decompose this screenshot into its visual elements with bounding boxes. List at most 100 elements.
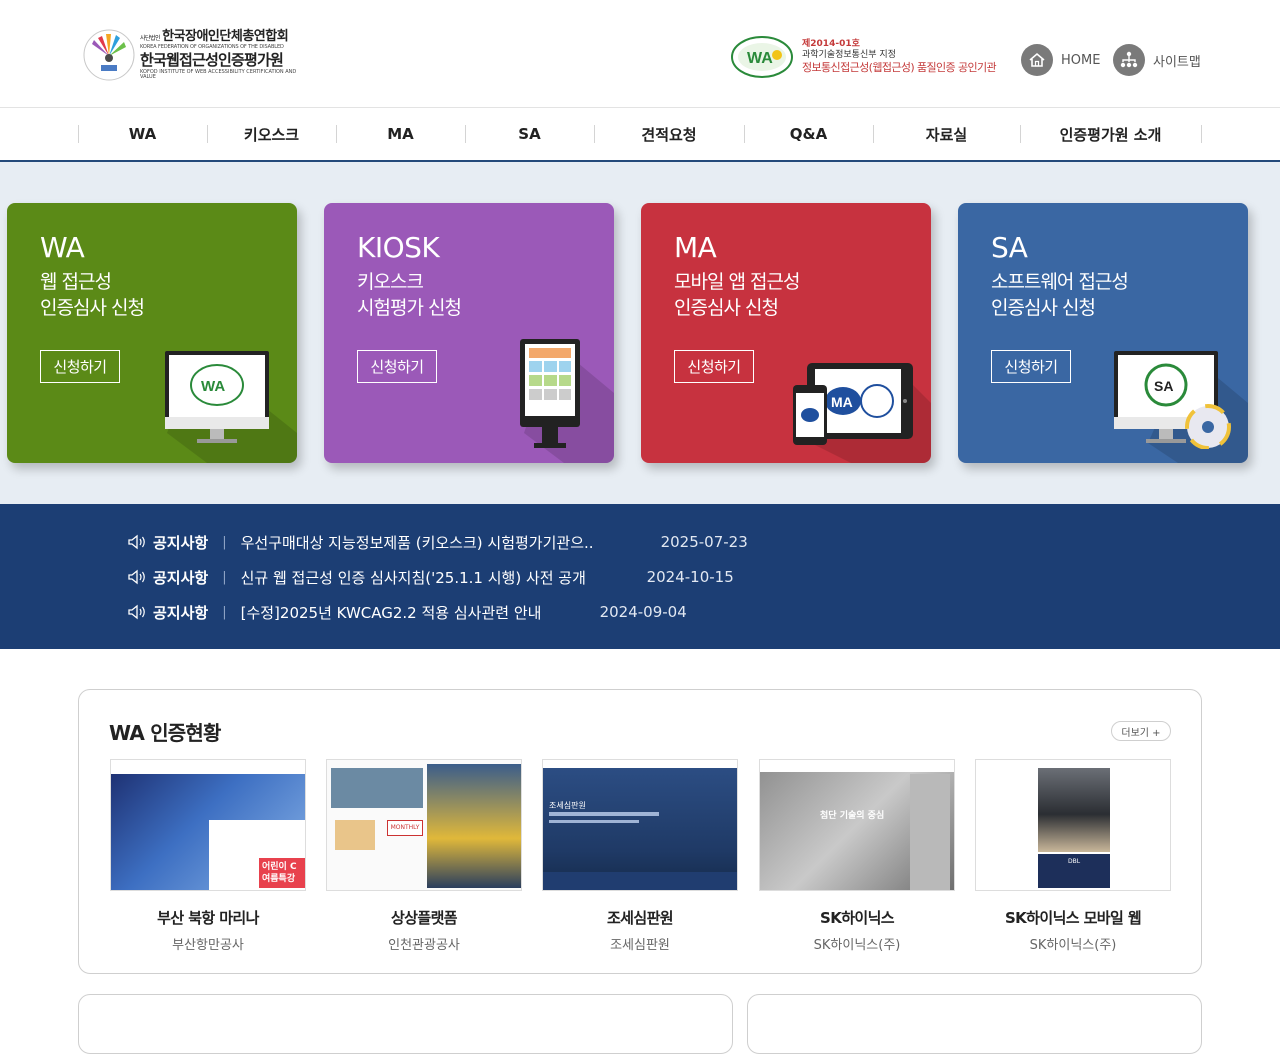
notice-section: 공지사항 | 우선구매대상 지능정보제품 (키오스크) 시험평가기관으.. 20… [0, 504, 1280, 649]
site-organization: SK하이닉스(주) [813, 938, 901, 953]
kiosk-apply-button[interactable]: 신청하기 [357, 350, 437, 383]
cert-description: 정보통신접근성(웹접근성) 품질인증 공인기관 [802, 61, 997, 75]
home-link[interactable]: HOME [1021, 44, 1100, 76]
site-organization: 인천관광공사 [388, 938, 460, 953]
wa-cert-mark-icon: WA [730, 35, 794, 79]
wa-cert-status-panel: WA 인증현황 더보기 + 어린이 C 여름특강 부산 북항 마리나 부산항만공… [78, 689, 1202, 974]
panel-title: WA 인증현황 [109, 721, 221, 745]
cert-designation: 과학기술정보통신부 지정 [802, 50, 896, 61]
nav-item-qna[interactable]: Q&A [744, 108, 873, 160]
service-cards-section: WA 웹 접근성 인증심사 신청 신청하기 WA KIOSK 키오스크 시험평가… [0, 162, 1280, 504]
monitor-wa-icon: WA [165, 351, 269, 443]
cert-site-item[interactable]: 조세심판원 조세심판원 조세심판원 [542, 759, 738, 953]
ma-service-card[interactable]: MA 모바일 앱 접근성 인증심사 신청 신청하기 MA [641, 203, 931, 463]
card-subtitle: 웹 접근성 인증심사 신청 [40, 271, 145, 319]
notice-item[interactable]: 공지사항 | 우선구매대상 지능정보제품 (키오스크) 시험평가기관으.. 20… [127, 530, 748, 554]
site-header: 사단법인 한국장애인단체총연합회 KOREA FEDERATION OF ORGA… [0, 0, 1280, 108]
notice-category: 공지사항 [153, 603, 209, 622]
wa-apply-button[interactable]: 신청하기 [40, 350, 120, 383]
cert-site-item[interactable]: 첨단 기술의 중심 SK하이닉스 SK하이닉스(주) [759, 759, 955, 953]
site-name: 부산 북항 마리나 [157, 909, 259, 927]
thumbnail-caption: MONTHLY [387, 820, 423, 836]
notice-category: 공지사항 [153, 533, 209, 552]
notice-date: 2024-10-15 [646, 568, 734, 586]
notice-category: 공지사항 [153, 568, 209, 587]
home-icon [1021, 44, 1053, 76]
certification-info: WA 제2014-01호 과학기술정보통신부 지정 정보통신접근성(웹접근성) … [730, 34, 1010, 80]
logo-text: 사단법인 한국장애인단체총연합회 KOREA FEDERATION OF ORGA… [140, 30, 302, 80]
logo-org-name: 사단법인 한국장애인단체총연합회 [140, 29, 289, 44]
nav-item-library[interactable]: 자료실 [873, 108, 1020, 160]
card-subtitle: 소프트웨어 접근성 인증심사 신청 [991, 271, 1129, 319]
svg-text:WA: WA [747, 50, 773, 67]
site-organization: SK하이닉스(주) [1029, 938, 1117, 953]
svg-text:SA: SA [1154, 378, 1173, 394]
site-name: SK하이닉스 [819, 909, 895, 927]
main-navigation: WA 키오스크 MA SA 견적요청 Q&A 자료실 인증평가원 소개 [0, 108, 1280, 162]
cert-number: 제2014-01호 [802, 38, 860, 49]
thumbnail-caption: 조세심판원 [549, 801, 586, 810]
ma-apply-button[interactable]: 신청하기 [674, 350, 754, 383]
sitemap-label: 사이트맵 [1153, 54, 1201, 70]
home-label: HOME [1061, 52, 1101, 68]
logo-org-english: KOREA FEDERATION OF ORGANIZATIONS OF THE… [140, 44, 284, 50]
logo-emblem-icon [82, 28, 136, 82]
card-subtitle: 모바일 앱 접근성 인증심사 신청 [674, 271, 800, 319]
notice-title[interactable]: 우선구매대상 지능정보제품 (키오스크) 시험평가기관으.. [241, 532, 661, 553]
logo-institute-english: KOFOD INSTITUTE OF WEB ACCESSIBILITY CER… [140, 69, 297, 80]
bottom-panel-right [747, 994, 1202, 1054]
wa-service-card[interactable]: WA 웹 접근성 인증심사 신청 신청하기 WA [7, 203, 297, 463]
site-thumbnail: 첨단 기술의 중심 [759, 759, 955, 891]
site-logo[interactable]: 사단법인 한국장애인단체총연합회 KOREA FEDERATION OF ORGA… [82, 26, 302, 84]
kiosk-device-icon [520, 339, 580, 448]
notice-item[interactable]: 공지사항 | 신규 웹 접근성 인증 심사지침('25.1.1 시행) 사전 공… [127, 565, 734, 589]
mobile-tablet-ma-icon: MA [793, 363, 913, 445]
thumbnail-caption: 어린이 C 여름특강 [259, 858, 305, 888]
card-title: KIOSK [357, 231, 440, 264]
card-title: WA [40, 231, 85, 264]
speaker-icon [128, 534, 145, 550]
notice-divider: | [222, 534, 227, 550]
speaker-icon [128, 604, 145, 620]
kiosk-service-card[interactable]: KIOSK 키오스크 시험평가 신청 신청하기 [324, 203, 614, 463]
speaker-icon [128, 569, 145, 585]
svg-text:WA: WA [201, 378, 225, 395]
sitemap-icon [1113, 44, 1145, 76]
card-subtitle: 키오스크 시험평가 신청 [357, 271, 462, 319]
sa-apply-button[interactable]: 신청하기 [991, 350, 1071, 383]
site-name: 상상플랫폼 [390, 909, 458, 927]
nav-item-wa[interactable]: WA [78, 108, 207, 160]
site-organization: 부산항만공사 [172, 938, 244, 953]
sa-service-card[interactable]: SA 소프트웨어 접근성 인증심사 신청 신청하기 SA [958, 203, 1248, 463]
cert-site-item[interactable]: 어린이 C 여름특강 부산 북항 마리나 부산항만공사 [110, 759, 306, 953]
notice-date: 2025-07-23 [660, 533, 748, 551]
site-thumbnail: 어린이 C 여름특강 [110, 759, 306, 891]
notice-item[interactable]: 공지사항 | [수정]2025년 KWCAG2.2 적용 심사관련 안내 202… [127, 600, 687, 624]
notice-title[interactable]: 신규 웹 접근성 인증 심사지침('25.1.1 시행) 사전 공개 [241, 567, 647, 588]
cert-site-item[interactable]: DBL SK하이닉스 모바일 웹 SK하이닉스(주) [975, 759, 1171, 953]
more-button[interactable]: 더보기 + [1111, 721, 1171, 741]
nav-separator [1201, 125, 1202, 143]
site-name: 조세심판원 [606, 909, 674, 927]
notice-divider: | [222, 569, 227, 585]
notice-divider: | [222, 604, 227, 620]
card-title: SA [991, 231, 1028, 264]
monitor-sa-disc-icon: SA [1114, 351, 1231, 449]
nav-item-ma[interactable]: MA [336, 108, 465, 160]
logo-institute-name: 한국웹접근성인증평가원 [140, 51, 284, 69]
notice-date: 2024-09-04 [599, 603, 687, 621]
nav-item-quote[interactable]: 견적요청 [594, 108, 744, 160]
site-thumbnail: DBL [975, 759, 1171, 891]
sitemap-link[interactable]: 사이트맵 [1113, 44, 1201, 76]
site-thumbnail: 조세심판원 [542, 759, 738, 891]
svg-text:MA: MA [831, 394, 853, 410]
nav-item-kiosk[interactable]: 키오스크 [207, 108, 336, 160]
cert-site-item[interactable]: MONTHLY 상상플랫폼 인천관광공사 [326, 759, 522, 953]
site-organization: 조세심판원 [610, 938, 670, 953]
notice-title[interactable]: [수정]2025년 KWCAG2.2 적용 심사관련 안내 [241, 602, 600, 623]
thumbnail-caption: DBL [1038, 854, 1110, 888]
nav-item-sa[interactable]: SA [465, 108, 594, 160]
site-name: SK하이닉스 모바일 웹 [1004, 909, 1142, 927]
nav-item-about[interactable]: 인증평가원 소개 [1020, 108, 1201, 160]
site-thumbnail: MONTHLY [326, 759, 522, 891]
